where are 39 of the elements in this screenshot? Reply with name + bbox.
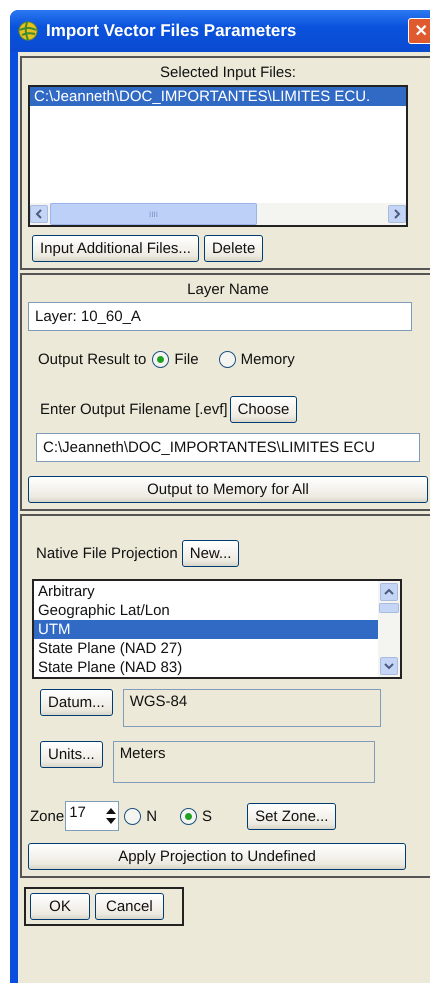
units-button[interactable]: Units...	[40, 741, 103, 768]
dialog-button[interactable]: Input Additional Files...	[32, 235, 199, 262]
units-value-box: Meters	[112, 741, 375, 783]
projection-item[interactable]: Geographic Lat/Lon	[34, 601, 378, 620]
output-label: Output Result to	[38, 351, 146, 368]
filename-label: Enter Output Filename [.evf]	[40, 401, 228, 418]
projection-item[interactable]: State Plane (NAD 27)	[34, 639, 378, 658]
dialog-button[interactable]: Delete	[204, 235, 264, 262]
close-button[interactable]: ✕	[408, 18, 430, 44]
radio-option[interactable]: File	[152, 351, 199, 368]
zone-spinner[interactable]: 17	[65, 801, 120, 831]
memory-button[interactable]: Output to Memory for All	[28, 476, 428, 503]
zone-label: Zone	[30, 808, 64, 824]
vertical-scrollbar[interactable]	[378, 581, 400, 677]
filename-field[interactable]: C:\Jeanneth\DOC_IMPORTANTES\LIMITES ECU	[36, 433, 420, 462]
section-label: Layer Name	[186, 281, 270, 298]
globe-icon	[18, 21, 38, 41]
set-zone-button[interactable]: Set Zone...	[247, 802, 336, 830]
scroll-down-icon[interactable]	[380, 657, 398, 675]
dialog-button[interactable]: OK	[30, 893, 90, 920]
datum-button[interactable]: Datum...	[40, 689, 113, 716]
scroll-up-icon[interactable]	[380, 583, 398, 601]
scroll-thumb[interactable]	[379, 603, 399, 613]
scroll-right-icon[interactable]	[388, 205, 406, 223]
new-button[interactable]: New...	[182, 540, 240, 567]
scroll-left-icon[interactable]	[30, 205, 48, 223]
radio-option[interactable]: Memory	[218, 351, 295, 368]
file-list-item[interactable]: C:\Jeanneth\DOC_IMPORTANTES\LIMITES ECU.	[30, 87, 406, 106]
window-title: Import Vector Files Parameters	[46, 21, 298, 41]
section-label: Selected Input Files:	[159, 64, 297, 81]
projection-item[interactable]: UTM	[34, 620, 378, 639]
projection-item[interactable]: Arbitrary	[34, 582, 378, 601]
choose-button[interactable]: Choose	[230, 396, 298, 423]
projection-label: Native File Projection	[36, 545, 178, 562]
datum-value-box: WGS-84	[122, 689, 381, 727]
projection-item[interactable]: State Plane (NAD 83)	[34, 658, 378, 677]
dialog-button[interactable]: Cancel	[95, 893, 164, 920]
apply-button[interactable]: Apply Projection to Undefined	[28, 843, 406, 870]
layer-name-field[interactable]: Layer: 10_60_A	[28, 302, 412, 331]
